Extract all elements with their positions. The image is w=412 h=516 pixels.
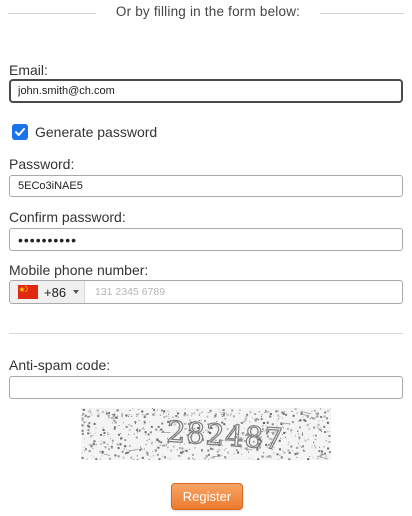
mobile-phone-label: Mobile phone number: (9, 262, 149, 278)
divider-line-left (8, 13, 96, 14)
dial-code: +86 (44, 284, 67, 300)
anti-spam-label: Anti-spam code: (9, 357, 111, 373)
confirm-password-field[interactable] (9, 228, 403, 251)
section-separator (9, 333, 403, 334)
anti-spam-input[interactable] (9, 376, 403, 399)
generate-password-checkbox[interactable] (12, 124, 28, 140)
generate-password-row[interactable]: Generate password (12, 123, 157, 141)
china-flag-icon (18, 285, 38, 299)
email-field[interactable] (9, 79, 403, 103)
checkmark-icon (15, 128, 25, 136)
confirm-password-label: Confirm password: (9, 209, 126, 225)
mobile-phone-field: +86 (9, 280, 403, 304)
country-code-select[interactable]: +86 (10, 281, 85, 303)
generate-password-label: Generate password (35, 124, 158, 140)
registration-form: Or by filling in the form below: Email: … (0, 0, 412, 516)
divider-heading: Or by filling in the form below: (115, 4, 301, 19)
register-button[interactable]: Register (171, 483, 243, 510)
chevron-down-icon (73, 290, 80, 294)
password-field[interactable] (9, 175, 403, 197)
divider-line-right (320, 13, 404, 14)
captcha-text: 282487 (166, 414, 285, 456)
email-label: Email: (9, 62, 48, 78)
section-divider: Or by filling in the form below: (0, 0, 412, 26)
mobile-phone-input[interactable] (85, 282, 402, 302)
captcha-image: 282487 (81, 408, 331, 460)
password-label: Password: (9, 156, 75, 172)
